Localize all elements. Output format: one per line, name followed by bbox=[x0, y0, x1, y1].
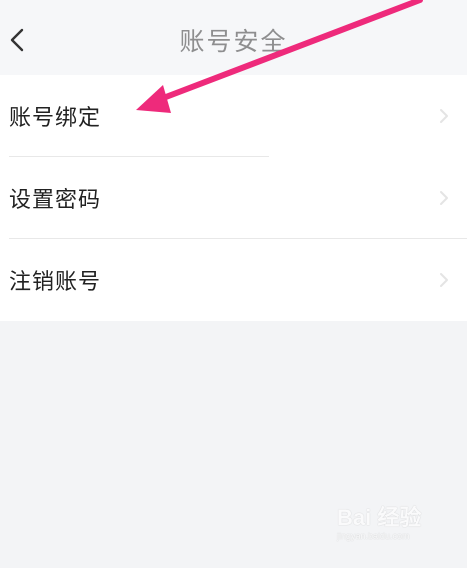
settings-item-label: 设置密码 bbox=[9, 188, 102, 213]
settings-item-label: 账号绑定 bbox=[9, 106, 102, 131]
watermark: Bai 经验 jingyan.baidu.com bbox=[337, 506, 447, 550]
watermark-logo: Bai 经验 bbox=[337, 505, 422, 530]
top-bar: 账号安全 bbox=[0, 0, 467, 75]
settings-item-set-password[interactable]: 设置密码 bbox=[0, 157, 467, 239]
settings-item-label: 注销账号 bbox=[9, 270, 102, 295]
settings-item-account-binding[interactable]: 账号绑定 bbox=[0, 75, 467, 157]
chevron-right-icon bbox=[440, 273, 448, 287]
chevron-right-icon bbox=[440, 109, 448, 123]
settings-item-cancel-account[interactable]: 注销账号 bbox=[0, 239, 467, 321]
settings-list: 账号绑定 设置密码 注销账号 bbox=[0, 75, 467, 321]
watermark-url: jingyan.baidu.com bbox=[337, 531, 410, 541]
chevron-right-icon bbox=[440, 191, 448, 205]
page-title: 账号安全 bbox=[179, 27, 288, 56]
